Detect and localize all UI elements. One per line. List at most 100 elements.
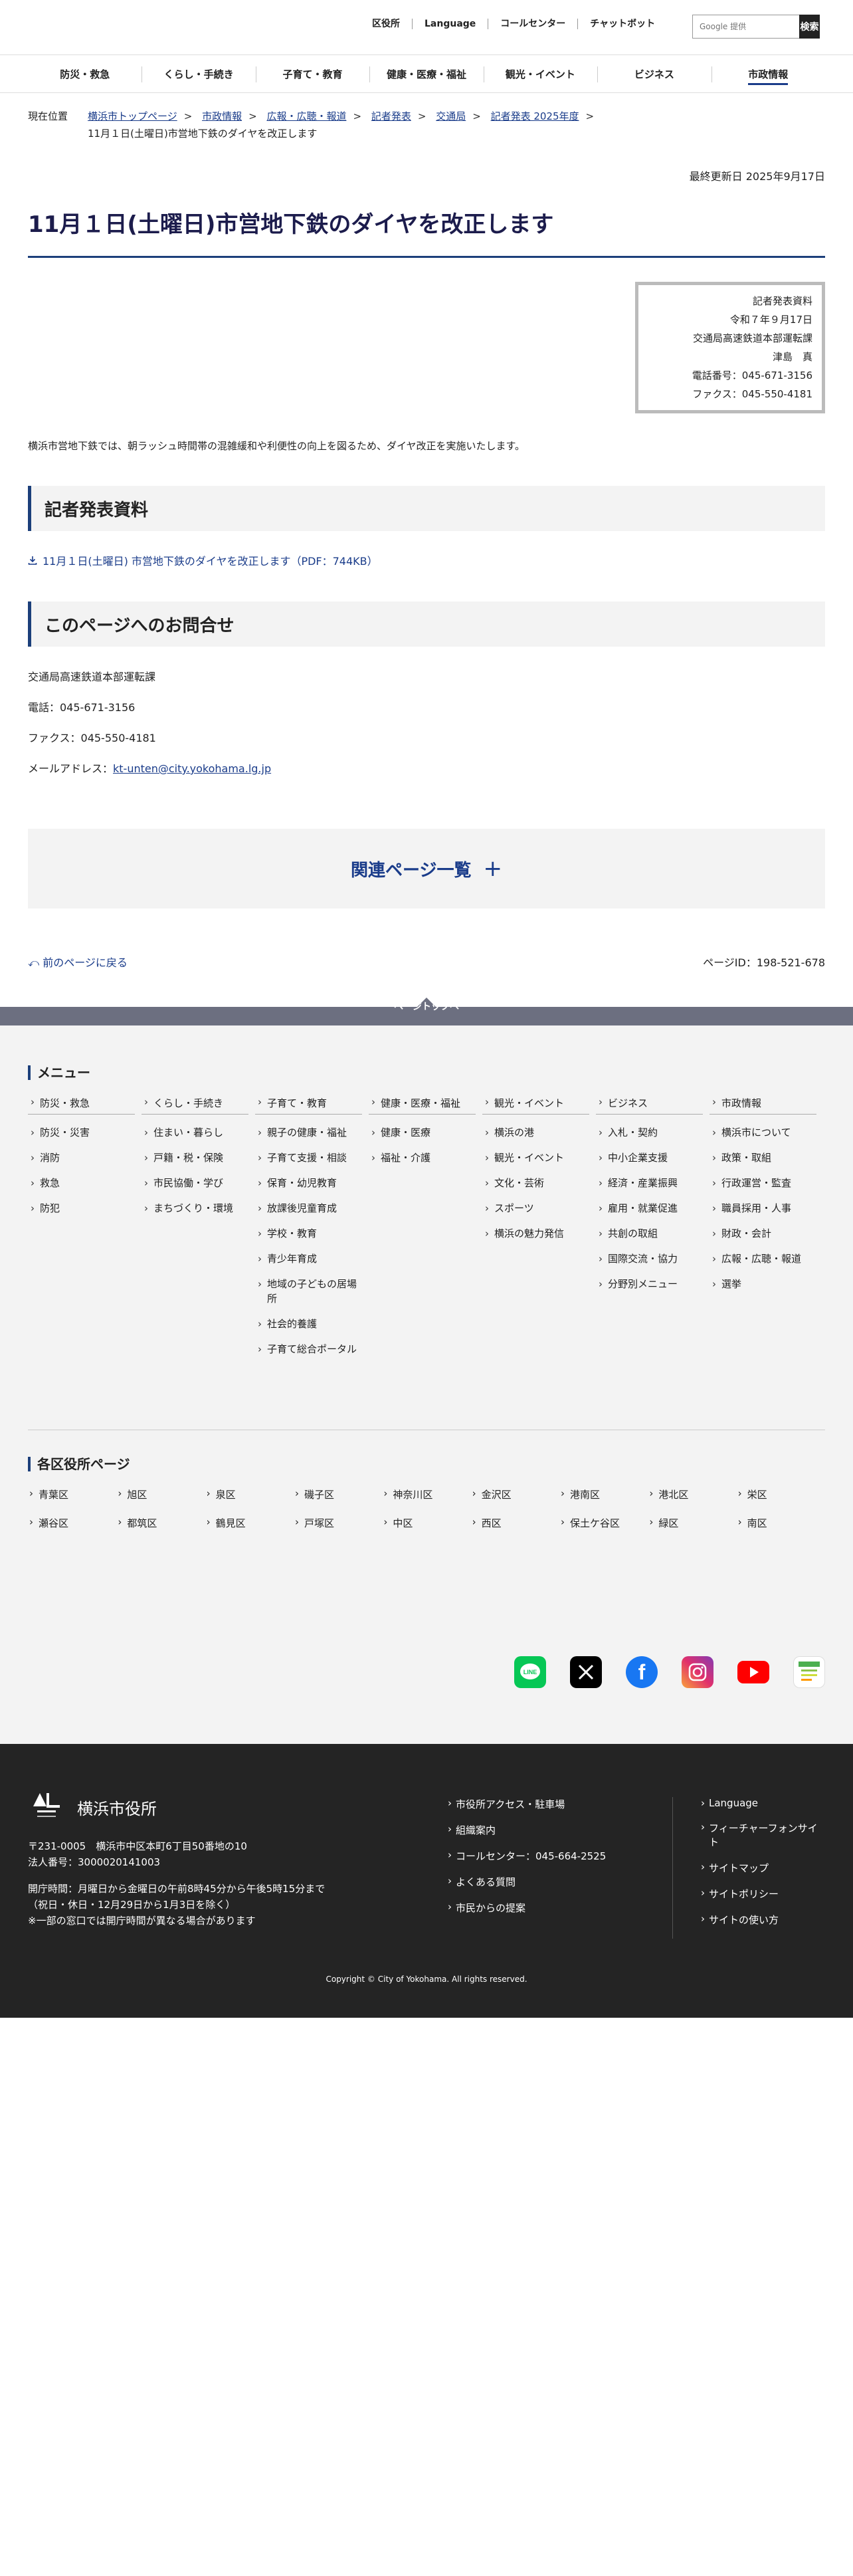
menu-head[interactable]: 健康・医療・福祉 — [369, 1096, 476, 1115]
footer-link[interactable]: Language — [700, 1797, 825, 1809]
footer-link[interactable]: コールセンター：045-664-2525 — [446, 1849, 672, 1863]
youtube-icon[interactable] — [737, 1656, 769, 1688]
pagetop-button[interactable]: ページトップへ — [360, 998, 493, 1016]
menu-item[interactable]: 市民協働・学び — [142, 1176, 248, 1190]
breadcrumb-link-transport[interactable]: 交通局 — [436, 110, 466, 122]
ward-link[interactable]: 緑区 — [648, 1516, 736, 1530]
menu-item[interactable]: スポーツ — [482, 1201, 589, 1216]
footer-link[interactable]: サイトマップ — [700, 1861, 825, 1875]
back-link[interactable]: ⤺ 前のページに戻る — [28, 954, 128, 970]
footer-link[interactable]: フィーチャーフォンサイト — [700, 1821, 825, 1849]
gnav-city-info[interactable]: 市政情報 — [711, 66, 825, 85]
ward-link[interactable]: 磯子区 — [294, 1487, 382, 1501]
menu-item[interactable]: 横浜市について — [710, 1125, 816, 1140]
menu-head[interactable]: ビジネス — [596, 1096, 703, 1115]
menu-item[interactable]: 救急 — [28, 1176, 135, 1190]
ward-link[interactable]: 瀬谷区 — [28, 1516, 116, 1530]
ward-link[interactable]: 港北区 — [648, 1487, 736, 1501]
menu-item[interactable]: 健康・医療 — [369, 1125, 476, 1140]
line-icon[interactable]: LINE — [514, 1656, 546, 1688]
menu-item[interactable]: 住まい・暮らし — [142, 1125, 248, 1140]
breadcrumb-link-pr[interactable]: 広報・広聴・報道 — [266, 110, 346, 122]
ward-link[interactable]: 南区 — [737, 1516, 825, 1530]
pdf-link[interactable]: 11月１日(土曜日) 市営地下鉄のダイヤを改正します（PDF：744KB） — [43, 552, 378, 568]
breadcrumb-link-press-2025[interactable]: 記者発表 2025年度 — [491, 110, 579, 122]
menu-head[interactable]: くらし・手続き — [142, 1096, 248, 1115]
gnav-disaster[interactable]: 防災・救急 — [28, 66, 142, 82]
breadcrumb-link-top[interactable]: 横浜市トップページ — [88, 110, 177, 122]
menu-item[interactable]: 財政・会計 — [710, 1226, 816, 1241]
menu-item[interactable]: 防災・災害 — [28, 1125, 135, 1140]
header-link-language[interactable]: Language — [412, 19, 488, 29]
ward-link[interactable]: 鶴見区 — [205, 1516, 294, 1530]
breadcrumb-link-city-info[interactable]: 市政情報 — [202, 110, 242, 122]
menu-item[interactable]: 横浜の魅力発信 — [482, 1226, 589, 1241]
menu-item[interactable]: 子育て総合ポータル — [255, 1342, 362, 1356]
footer-logo[interactable]: 横浜市役所 — [28, 1790, 446, 1824]
footer-link[interactable]: 組織案内 — [446, 1823, 672, 1837]
ward-link[interactable]: 戸塚区 — [294, 1516, 382, 1530]
menu-item[interactable]: 雇用・就業促進 — [596, 1201, 703, 1216]
ward-link[interactable]: 栄区 — [737, 1487, 825, 1501]
ward-link[interactable]: 金沢区 — [471, 1487, 559, 1501]
menu-item[interactable]: 消防 — [28, 1150, 135, 1165]
ward-link[interactable]: 神奈川区 — [382, 1487, 470, 1501]
footer-link[interactable]: よくある質問 — [446, 1875, 672, 1889]
footer-link[interactable]: 市役所アクセス・駐車場 — [446, 1797, 672, 1811]
ward-link[interactable]: 中区 — [382, 1516, 470, 1530]
menu-item[interactable]: 中小企業支援 — [596, 1150, 703, 1165]
header-link-chatbot[interactable]: チャットボット — [577, 19, 667, 29]
menu-item[interactable]: 放課後児童育成 — [255, 1201, 362, 1216]
menu-item[interactable]: 分野別メニュー — [596, 1277, 703, 1291]
publication-icon[interactable] — [793, 1656, 825, 1688]
menu-item[interactable]: 防犯 — [28, 1201, 135, 1216]
menu-head[interactable]: 防災・救急 — [28, 1096, 135, 1115]
menu-item[interactable]: 行政運営・監査 — [710, 1176, 816, 1190]
ward-link[interactable]: 港南区 — [559, 1487, 648, 1501]
menu-item[interactable]: 地域の子どもの居場所 — [255, 1277, 362, 1306]
x-icon[interactable] — [570, 1656, 602, 1688]
footer-link[interactable]: 市民からの提案 — [446, 1901, 672, 1915]
gnav-business[interactable]: ビジネス — [597, 66, 711, 82]
footer-link[interactable]: サイトポリシー — [700, 1887, 825, 1901]
header-link-call-center[interactable]: コールセンター — [488, 19, 577, 29]
menu-item[interactable]: 経済・産業振興 — [596, 1176, 703, 1190]
ward-link[interactable]: 青葉区 — [28, 1487, 116, 1501]
contact-mail-link[interactable]: kt-unten@city.yokohama.lg.jp — [113, 762, 271, 775]
menu-item[interactable]: 広報・広聴・報道 — [710, 1251, 816, 1266]
menu-item[interactable]: 職員採用・人事 — [710, 1201, 816, 1216]
menu-item[interactable]: 国際交流・協力 — [596, 1251, 703, 1266]
menu-item[interactable]: 入札・契約 — [596, 1125, 703, 1140]
ward-link[interactable]: 泉区 — [205, 1487, 294, 1501]
menu-item[interactable]: 文化・芸術 — [482, 1176, 589, 1190]
footer-link[interactable]: サイトの使い方 — [700, 1913, 825, 1927]
menu-head[interactable]: 市政情報 — [710, 1096, 816, 1115]
menu-item[interactable]: 横浜の港 — [482, 1125, 589, 1140]
menu-item[interactable]: 保育・幼児教育 — [255, 1176, 362, 1190]
header-link-wards[interactable]: 区役所 — [360, 19, 412, 29]
ward-link[interactable]: 保土ケ谷区 — [559, 1516, 648, 1530]
ward-link[interactable]: 旭区 — [116, 1487, 205, 1501]
menu-item[interactable]: まちづくり・環境 — [142, 1201, 248, 1216]
gnav-health[interactable]: 健康・医療・福祉 — [369, 66, 483, 82]
instagram-icon[interactable] — [682, 1656, 713, 1688]
menu-item[interactable]: 政策・取組 — [710, 1150, 816, 1165]
gnav-living[interactable]: くらし・手続き — [142, 66, 255, 82]
gnav-tourism[interactable]: 観光・イベント — [483, 66, 597, 82]
menu-item[interactable]: 福祉・介護 — [369, 1150, 476, 1165]
menu-item[interactable]: 観光・イベント — [482, 1150, 589, 1165]
menu-item[interactable]: 選挙 — [710, 1277, 816, 1291]
breadcrumb-link-press[interactable]: 記者発表 — [371, 110, 411, 122]
menu-item[interactable]: 戸籍・税・保険 — [142, 1150, 248, 1165]
facebook-icon[interactable]: f — [626, 1656, 658, 1688]
menu-item[interactable]: 共創の取組 — [596, 1226, 703, 1241]
menu-item[interactable]: 社会的養護 — [255, 1317, 362, 1331]
ward-link[interactable]: 西区 — [471, 1516, 559, 1530]
ward-link[interactable]: 都筑区 — [116, 1516, 205, 1530]
gnav-childcare[interactable]: 子育て・教育 — [255, 66, 369, 82]
menu-item[interactable]: 青少年育成 — [255, 1251, 362, 1266]
menu-head[interactable]: 子育て・教育 — [255, 1096, 362, 1115]
menu-item[interactable]: 子育て支援・相談 — [255, 1150, 362, 1165]
menu-head[interactable]: 観光・イベント — [482, 1096, 589, 1115]
related-pages-toggle[interactable]: 関連ページ一覧 + — [28, 829, 825, 909]
